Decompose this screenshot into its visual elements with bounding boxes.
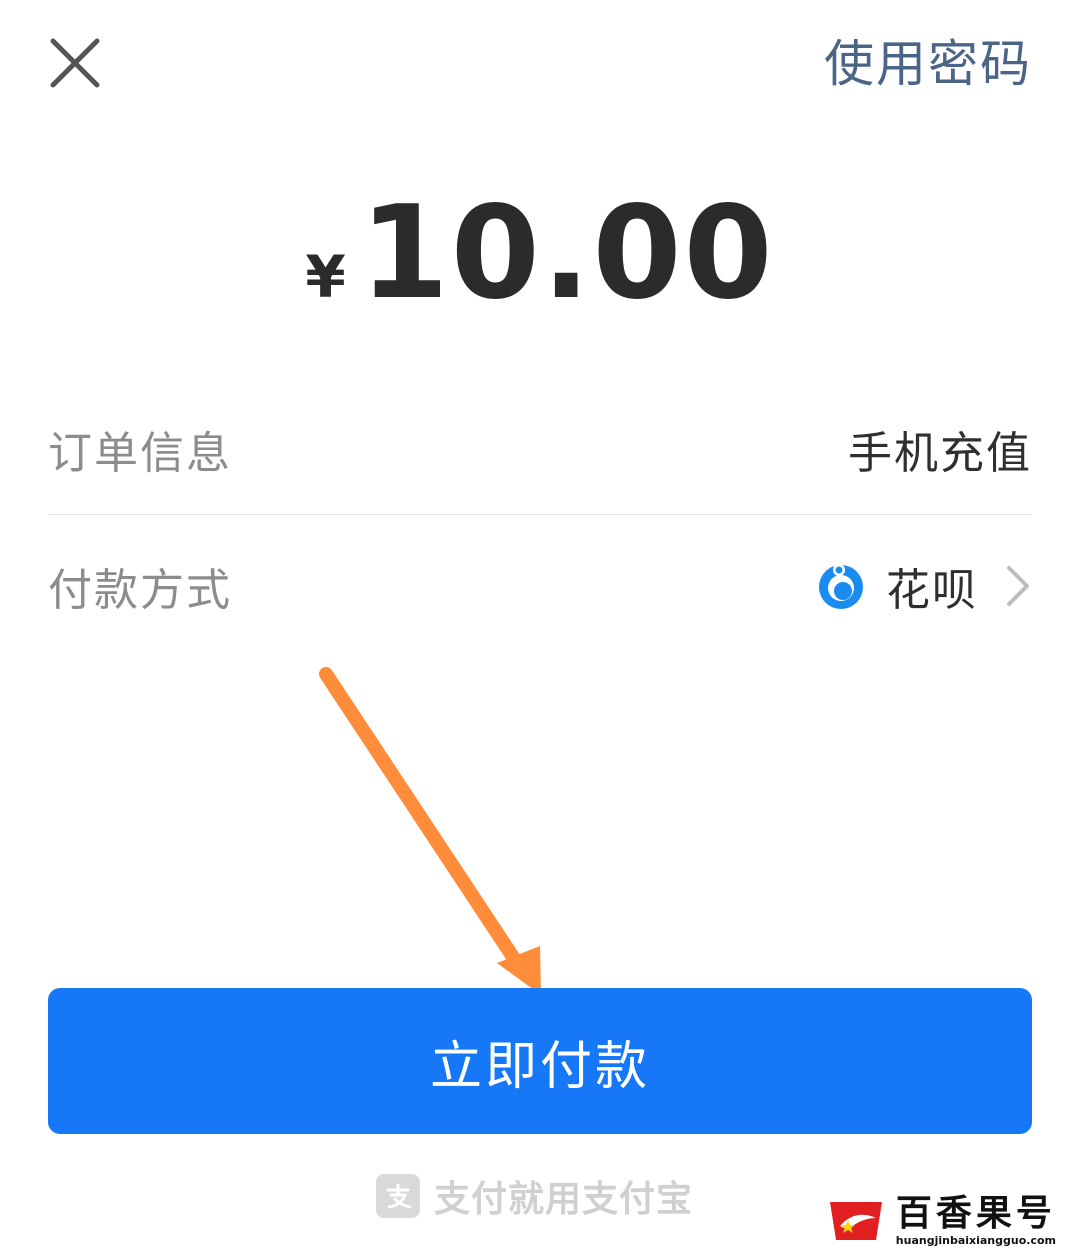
watermark-logo-icon	[829, 1202, 882, 1240]
payment-method-label: 付款方式	[48, 565, 232, 616]
amount-value: 10.00	[359, 179, 775, 328]
divider	[48, 514, 1032, 515]
payment-amount: ¥10.00	[0, 186, 1080, 322]
huabei-icon	[819, 564, 863, 609]
use-password-link[interactable]: 使用密码	[824, 34, 1032, 94]
payment-method-value: 花呗	[886, 565, 978, 616]
watermark-title: 百香果号	[895, 1193, 1056, 1234]
chevron-right-icon	[1007, 566, 1029, 606]
pay-now-button[interactable]: 立即付款	[48, 988, 1032, 1134]
payment-sheet: 使用密码 ¥10.00 订单信息 手机充值 付款方式 花呗 立即付款 支付就用支…	[0, 0, 1080, 1252]
close-icon	[50, 38, 100, 88]
watermark-url: huangjinbaixiangguo.com	[895, 1234, 1056, 1247]
footer-slogan: 支付就用支付宝	[376, 1170, 693, 1222]
payment-method-row[interactable]: 付款方式 花呗	[48, 526, 1032, 646]
footer-slogan-text: 支付就用支付宝	[434, 1179, 694, 1220]
order-info-label: 订单信息	[48, 428, 232, 479]
close-button[interactable]	[48, 36, 102, 90]
order-info-value: 手机充值	[848, 428, 1032, 479]
order-info-row: 订单信息 手机充值	[48, 389, 1032, 509]
alipay-logo-icon	[376, 1174, 420, 1218]
currency-symbol: ¥	[305, 243, 346, 311]
watermark: 百香果号 huangjinbaixiangguo.com	[826, 1194, 1056, 1248]
payment-method-selector[interactable]: 花呗	[816, 554, 1032, 618]
